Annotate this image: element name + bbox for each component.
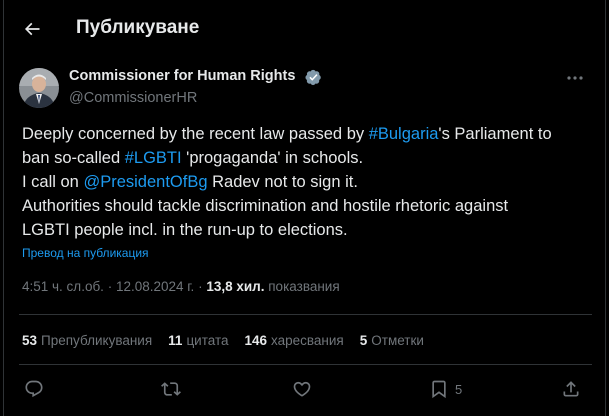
tweet-text-segment: I call on: [22, 173, 84, 191]
repost-icon: [161, 382, 181, 396]
reposts-stat[interactable]: 53 Препубликувания: [22, 333, 152, 348]
arrow-left-icon: [24, 22, 40, 36]
reply-button[interactable]: [24, 376, 44, 402]
bookmark-button[interactable]: 5: [429, 376, 462, 402]
tweet-time[interactable]: 4:51 ч. сл.об.: [22, 279, 104, 294]
views-count: 13,8 хил.: [206, 279, 265, 294]
divider: [19, 364, 592, 365]
tweet-text-segment: Radev not to sign it.: [207, 173, 358, 191]
heart-icon: [293, 381, 311, 397]
bookmarks-stat[interactable]: 5 Отметки: [360, 333, 424, 348]
views-label: показвания: [268, 279, 340, 294]
quotes-count: 11: [168, 333, 183, 348]
author-handle[interactable]: @CommissionerHR: [69, 90, 197, 106]
tweet-meta: 4:51 ч. сл.об. · 12.08.2024 г. · 13,8 хи…: [22, 279, 340, 294]
reply-icon: [25, 380, 43, 398]
mention-link[interactable]: @PresidentOfBg: [83, 173, 207, 191]
bookmark-icon: [432, 380, 446, 399]
author-name[interactable]: Commissioner for Human Rights: [69, 68, 295, 84]
back-button[interactable]: [17, 14, 47, 44]
likes-stat[interactable]: 146 харесвания: [245, 333, 344, 348]
tweet-line: I call on @PresidentOfBg Radev not to si…: [22, 170, 597, 194]
engagement-stats: 53 Препубликувания 11 цитата 146 харесвания…: [22, 333, 424, 348]
tweet-line: Deeply concerned by the recent law passe…: [22, 122, 597, 146]
bookmarks-count: 5: [359, 333, 368, 348]
repost-button[interactable]: [161, 376, 181, 402]
tweet-text-segment: 'progaganda' in schools.: [181, 149, 364, 167]
like-button[interactable]: [292, 376, 312, 402]
avatar-image: [19, 68, 59, 108]
tweet-text-segment: Deeply concerned by the recent law passe…: [22, 125, 369, 143]
page-header: Публикуване: [4, 0, 605, 58]
reposts-label: Препубликувания: [41, 333, 153, 348]
tweet-detail-page: Публикуване Commissioner for Human Right…: [3, 0, 606, 416]
tweet-date[interactable]: 12.08.2024 г.: [116, 279, 194, 294]
tweet-line: ban so-called #LGBTI 'progaganda' in sch…: [22, 146, 597, 170]
divider: [19, 314, 592, 315]
tweet-line: Authorities should tackle discrimination…: [22, 197, 509, 215]
hashtag-link[interactable]: #Bulgaria: [369, 125, 439, 143]
more-options-button[interactable]: [562, 68, 588, 88]
bookmarks-label: Отметки: [371, 333, 424, 348]
translate-post-link[interactable]: Превод на публикация: [22, 246, 149, 260]
avatar[interactable]: [19, 68, 59, 108]
share-icon: [563, 381, 579, 397]
tweet-text-segment: 's Parliament to: [438, 125, 552, 143]
hashtag-link[interactable]: #LGBTI: [125, 149, 182, 167]
likes-label: харесвания: [271, 333, 344, 348]
likes-count: 146: [244, 333, 268, 348]
action-bar: 5: [4, 372, 605, 406]
quotes-stat[interactable]: 11 цитата: [168, 333, 228, 348]
tweet-text-segment: ban so-called: [22, 149, 125, 167]
meta-separator: ·: [107, 279, 116, 294]
tweet-text: Deeply concerned by the recent law passe…: [22, 122, 597, 242]
tweet-line: LGBTI people incl. in the run-up to elec…: [22, 221, 348, 239]
reposts-count: 53: [22, 333, 38, 348]
more-dots-icon: [567, 76, 583, 80]
bookmark-count: 5: [455, 381, 463, 397]
verified-badge-icon: [305, 69, 321, 86]
quotes-label: цитата: [186, 333, 229, 348]
page-title: Публикуване: [76, 17, 200, 38]
share-button[interactable]: [561, 376, 581, 402]
